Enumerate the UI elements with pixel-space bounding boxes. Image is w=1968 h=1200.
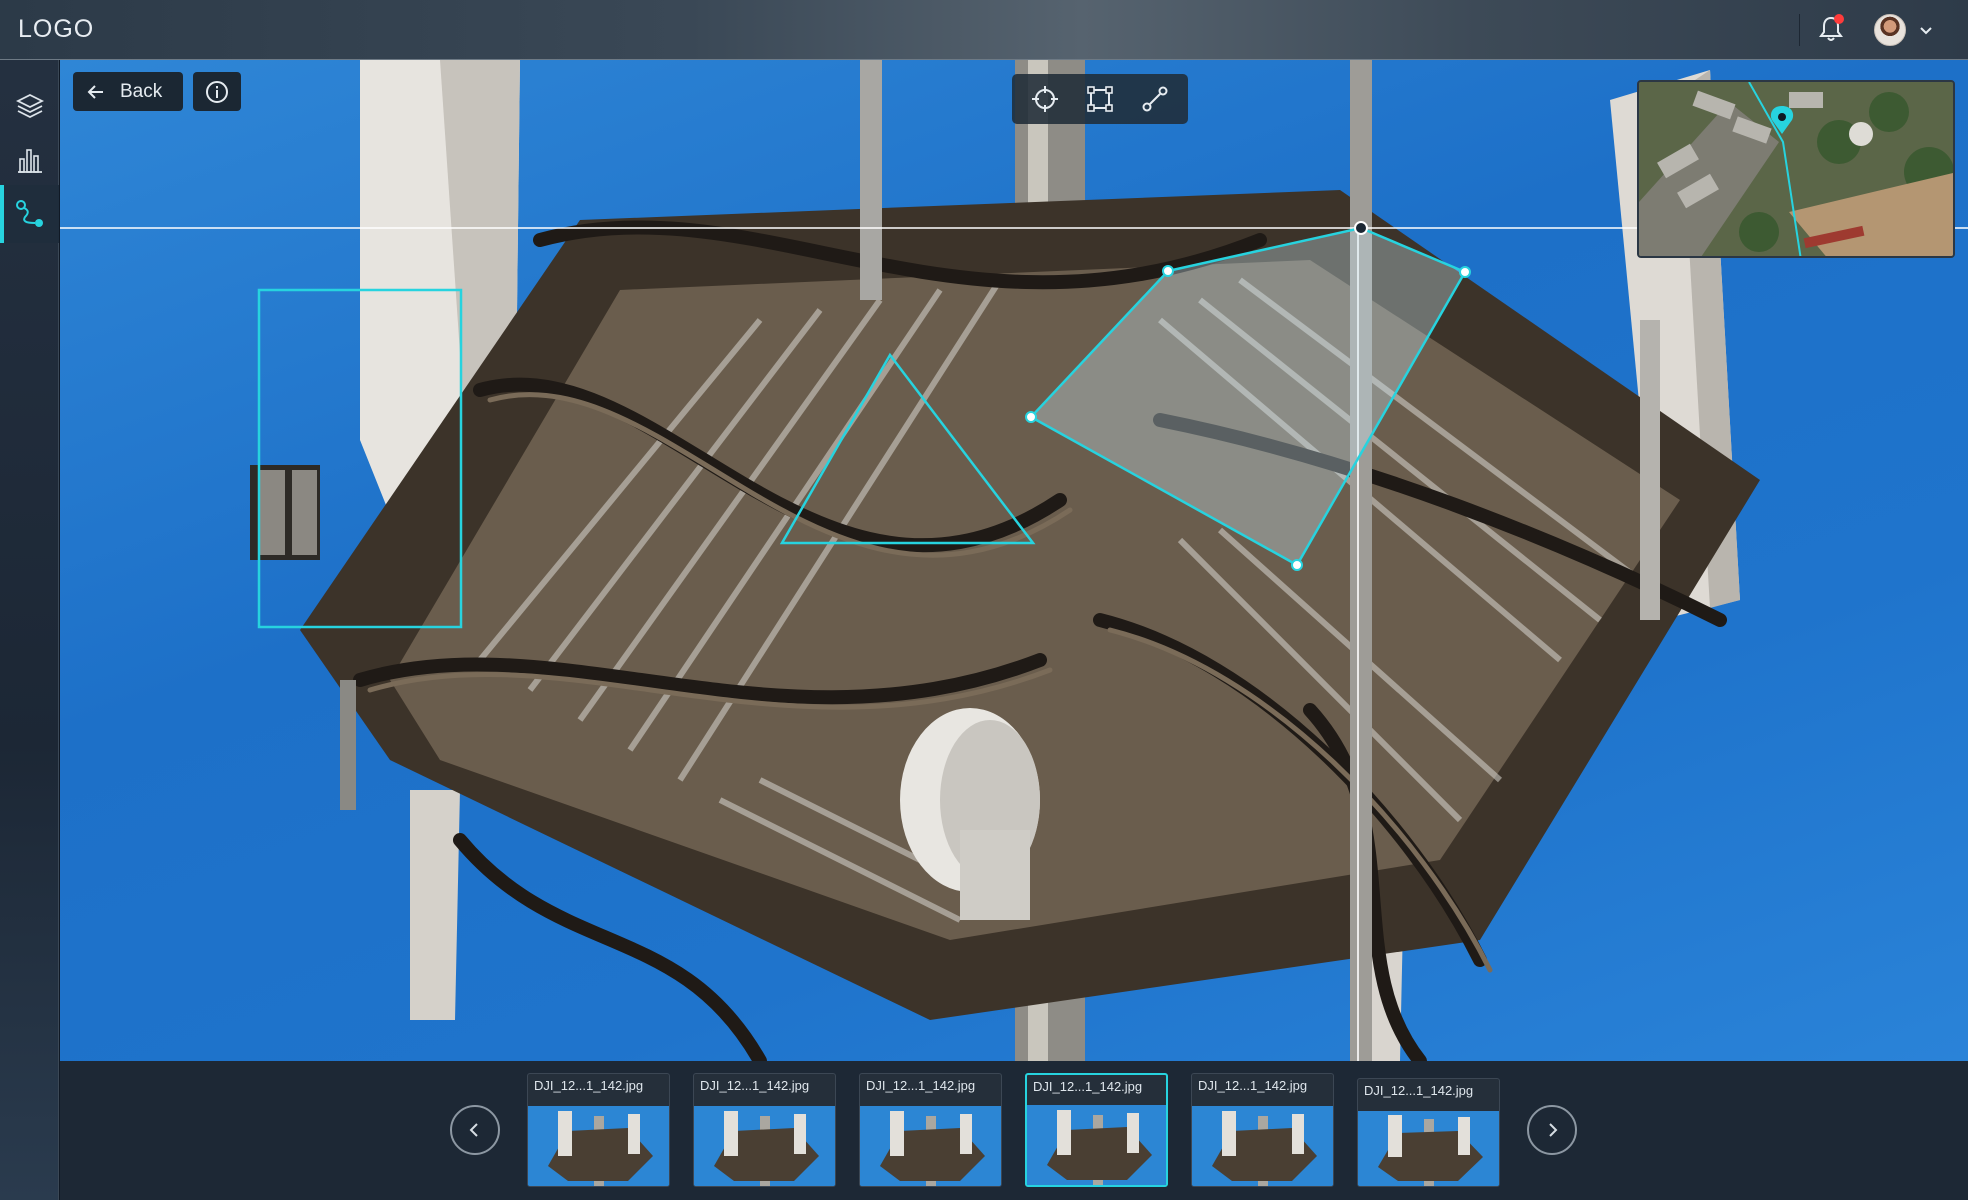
minimap[interactable] [1637, 80, 1955, 258]
tool-bounding-box[interactable] [1071, 74, 1129, 124]
topbar-divider [1799, 14, 1800, 46]
minimap-satellite-image [1639, 82, 1953, 256]
filmstrip [60, 1061, 1968, 1200]
route-icon [15, 200, 43, 227]
back-button[interactable]: Back [73, 72, 183, 111]
info-button[interactable] [193, 72, 241, 111]
chevron-left-icon [469, 1123, 478, 1137]
thumbnail[interactable]: DJI_12...1_142.jpg [527, 1073, 670, 1187]
thumbnail-label: DJI_12...1_142.jpg [1033, 1079, 1143, 1094]
chevron-down-icon[interactable] [1916, 20, 1936, 40]
thumbnail[interactable]: DJI_12...1_142.jpg [1357, 1078, 1500, 1187]
line-measure-icon [1142, 86, 1168, 112]
sidebar-item-route[interactable] [0, 185, 59, 243]
filmstrip-prev-button[interactable] [450, 1105, 500, 1155]
thumbnail-image [694, 1106, 835, 1186]
thumbnail[interactable]: DJI_12...1_142.jpg [693, 1073, 836, 1187]
sidebar-item-analytics[interactable] [0, 131, 59, 189]
thumbnail-image [1192, 1106, 1333, 1186]
tool-line[interactable] [1126, 74, 1184, 124]
sidebar-item-layers[interactable] [0, 77, 59, 135]
thumbnail-label: DJI_12...1_142.jpg [1198, 1078, 1308, 1093]
thumbnail-label: DJI_12...1_142.jpg [700, 1078, 810, 1093]
thumbnail[interactable]: DJI_12...1_142.jpg [1191, 1073, 1334, 1187]
filmstrip-next-button[interactable] [1527, 1105, 1577, 1155]
top-bar: LOGO [0, 0, 1968, 60]
avatar[interactable] [1874, 14, 1906, 46]
back-button-label: Back [120, 80, 163, 102]
crosshair-icon [1032, 86, 1058, 112]
arrow-left-icon [87, 84, 103, 99]
thumbnail-image [860, 1106, 1001, 1186]
thumbnail-image [1358, 1111, 1499, 1186]
app-logo: LOGO [18, 15, 95, 43]
bounding-box-icon [1087, 86, 1113, 112]
thumbnail-image [1027, 1105, 1166, 1185]
bar-chart-icon [17, 149, 42, 173]
notification-badge [1834, 14, 1844, 24]
info-icon [206, 80, 228, 103]
thumbnail[interactable]: DJI_12...1_142.jpg [859, 1073, 1002, 1187]
thumbnail-label: DJI_12...1_142.jpg [866, 1078, 976, 1093]
crosshair-center-handle[interactable] [1354, 221, 1368, 235]
thumbnail-selected[interactable]: DJI_12...1_142.jpg [1025, 1073, 1168, 1187]
thumbnail-label: DJI_12...1_142.jpg [534, 1078, 644, 1093]
tool-point[interactable] [1016, 74, 1074, 124]
thumbnail-label: DJI_12...1_142.jpg [1364, 1083, 1474, 1098]
chevron-right-icon [1549, 1123, 1558, 1137]
sidebar [0, 60, 59, 1200]
layers-icon [15, 93, 44, 119]
annotation-toolbar [1012, 74, 1188, 124]
thumbnail-image [528, 1106, 669, 1186]
